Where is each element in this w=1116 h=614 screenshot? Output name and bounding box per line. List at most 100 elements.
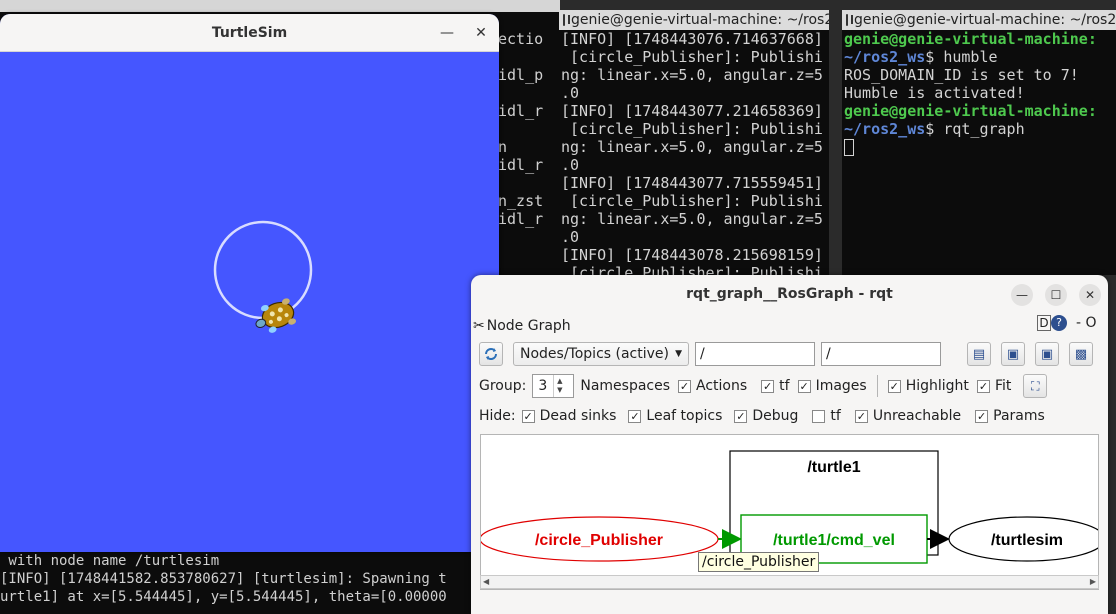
log-line: [INFO] [1748443077.715559451] bbox=[561, 174, 823, 192]
turtlesim-titlebar[interactable]: TurtleSim — ✕ bbox=[0, 14, 499, 52]
tools-icon: ✂ bbox=[473, 318, 485, 334]
fit-label: Fit bbox=[994, 378, 1012, 394]
hide-tf-checkbox[interactable] bbox=[812, 409, 826, 423]
save-svg-button[interactable]: ▣ bbox=[1035, 342, 1059, 366]
images-label: Images bbox=[815, 378, 867, 394]
scroll-left-icon[interactable]: ◀ bbox=[483, 576, 489, 588]
turtlesim-drawing bbox=[213, 220, 313, 333]
rqt-window[interactable]: rqt_graph__RosGraph - rqt — ☐ ✕ ✂ Node G… bbox=[471, 275, 1108, 614]
terminal-shell[interactable]: genie@genie-virtual-machine: ~/ros2_ws g… bbox=[842, 10, 1116, 275]
close-button[interactable]: ✕ bbox=[1079, 284, 1101, 306]
close-icon[interactable]: ✕ bbox=[471, 23, 491, 43]
view-mode-select[interactable]: Nodes/Topics (active) ▼ bbox=[513, 342, 689, 366]
terminal-icon bbox=[563, 14, 570, 26]
prompt-symbol: $ bbox=[925, 48, 935, 66]
open-file-icon: ▤ bbox=[972, 346, 986, 362]
prompt-user: genie@genie-virtual-machine: bbox=[844, 30, 1097, 48]
group-value: 3 bbox=[538, 378, 548, 394]
output-fragment: idl_r bbox=[498, 156, 544, 174]
output-fragment bbox=[498, 84, 548, 102]
topic-cmd-vel-label: /turtle1/cmd_vel bbox=[773, 532, 895, 549]
images-checkbox[interactable]: ✓ bbox=[797, 379, 811, 393]
terminal-publisher[interactable]: genie@genie-virtual-machine: ~/ros2_ws [… bbox=[559, 10, 829, 275]
terminal-publisher-titlebar[interactable]: genie@genie-virtual-machine: ~/ros2_ws bbox=[559, 10, 829, 30]
log-line: [circle_Publisher]: Publishi bbox=[561, 192, 823, 210]
toolbar-separator bbox=[876, 375, 878, 397]
log-line: .0 bbox=[561, 228, 580, 246]
save-image-button[interactable]: ▩ bbox=[1069, 342, 1093, 366]
output-line: Humble is activated! bbox=[844, 84, 1025, 102]
refresh-icon bbox=[485, 348, 497, 360]
minimize-button[interactable]: — bbox=[1011, 284, 1033, 306]
turtlesim-window[interactable]: TurtleSim — ✕ bbox=[0, 14, 499, 552]
namespace-label: /turtle1 bbox=[807, 459, 860, 476]
output-fragment: ectio bbox=[498, 30, 544, 48]
hide-label: Hide: bbox=[479, 408, 516, 424]
params-checkbox[interactable]: ✓ bbox=[975, 409, 989, 423]
output-fragment bbox=[498, 48, 548, 66]
command-line: rqt_graph bbox=[943, 120, 1025, 138]
minimize-icon[interactable]: — bbox=[437, 23, 457, 43]
node-filter-input[interactable] bbox=[695, 342, 815, 366]
command-line: humble bbox=[943, 48, 998, 66]
log-line: ng: linear.x=5.0, angular.z=5 bbox=[561, 66, 823, 84]
node-tooltip: /circle_Publisher bbox=[698, 552, 820, 572]
tf-label: tf bbox=[779, 378, 790, 394]
scroll-right-icon[interactable]: ▶ bbox=[1090, 576, 1096, 588]
image-icon: ▩ bbox=[1074, 346, 1088, 362]
background-terminal-titlebar bbox=[0, 0, 560, 12]
dead-sinks-label: Dead sinks bbox=[539, 408, 617, 424]
log-line: ng: linear.x=5.0, angular.z=5 bbox=[561, 210, 823, 228]
actions-label: Actions bbox=[696, 378, 748, 394]
dead-sinks-checkbox[interactable]: ✓ bbox=[521, 409, 535, 423]
terminal-shell-title: genie@genie-virtual-machine: ~/ros2_ws bbox=[854, 12, 1116, 28]
help-icon[interactable]: ? bbox=[1051, 315, 1067, 331]
log-line: [circle_Publisher]: Publishi bbox=[561, 48, 823, 66]
log-line: with node name /turtlesim bbox=[0, 553, 220, 569]
background-terminal-bottom: with node name /turtlesim [INFO] [1748441… bbox=[0, 552, 472, 614]
refresh-button[interactable] bbox=[479, 342, 503, 366]
turtlesim-canvas bbox=[0, 52, 499, 552]
view-mode-value: Nodes/Topics (active) bbox=[520, 346, 669, 362]
spin-arrows-icon[interactable]: ▲ ▼ bbox=[553, 375, 565, 397]
namespaces-checkbox[interactable]: ✓ bbox=[678, 379, 692, 393]
unreachable-label: Unreachable bbox=[872, 408, 962, 424]
fit-checkbox[interactable]: ✓ bbox=[976, 379, 990, 393]
leaf-topics-label: Leaf topics bbox=[646, 408, 723, 424]
log-line: [INFO] [1748443076.714637668] bbox=[561, 30, 823, 48]
dock-close-button[interactable]: - O bbox=[1076, 315, 1097, 331]
group-spinbox[interactable]: 3 ▲ ▼ bbox=[532, 374, 575, 398]
terminal-shell-output: genie@genie-virtual-machine: ~/ros2_ws$ … bbox=[842, 30, 1116, 156]
fit-in-view-button[interactable]: ⛶ bbox=[1023, 374, 1048, 398]
horizontal-scrollbar[interactable]: ◀ ▶ bbox=[480, 575, 1099, 589]
output-fragment: n_zst bbox=[498, 192, 544, 210]
highlight-checkbox[interactable]: ✓ bbox=[887, 379, 901, 393]
terminal-shell-titlebar[interactable]: genie@genie-virtual-machine: ~/ros2_ws bbox=[842, 10, 1116, 30]
prompt-user: genie@genie-virtual-machine: bbox=[844, 102, 1097, 120]
tf-checkbox[interactable]: ✓ bbox=[761, 379, 775, 393]
topic-filter-input[interactable] bbox=[821, 342, 941, 366]
maximize-button[interactable]: ☐ bbox=[1045, 284, 1067, 306]
node-circle-publisher-label: /circle_Publisher bbox=[535, 532, 663, 549]
debug-label: Debug bbox=[752, 408, 799, 424]
chevron-down-icon: ▼ bbox=[675, 349, 682, 359]
output-fragment: idl_r bbox=[498, 102, 544, 120]
dock-help-button[interactable]: D bbox=[1037, 315, 1051, 331]
toolbar-row-hide: Hide: ✓ Dead sinks ✓ Leaf topics ✓ Debug… bbox=[479, 408, 1045, 424]
output-fragment: idl_r bbox=[498, 210, 544, 228]
output-fragment: idl_p bbox=[498, 66, 544, 84]
debug-checkbox[interactable]: ✓ bbox=[734, 409, 748, 423]
load-dot-button[interactable]: ▤ bbox=[967, 342, 991, 366]
output-line: ROS_DOMAIN_ID is set to 7! bbox=[844, 66, 1079, 84]
params-label: Params bbox=[993, 408, 1045, 424]
leaf-topics-checkbox[interactable]: ✓ bbox=[628, 409, 642, 423]
log-line: .0 bbox=[561, 84, 580, 102]
save-dot-button[interactable]: ▣ bbox=[1001, 342, 1025, 366]
log-line: [INFO] [1748443078.215698159] bbox=[561, 246, 823, 264]
log-line: .0 bbox=[561, 156, 580, 174]
rqt-titlebar[interactable]: rqt_graph__RosGraph - rqt — ☐ ✕ bbox=[471, 275, 1108, 313]
log-line: [circle_Publisher]: Publishi bbox=[561, 264, 823, 275]
terminal-publisher-output: [INFO] [1748443076.714637668] [circle_Pu… bbox=[559, 30, 829, 275]
log-line: [circle_Publisher]: Publishi bbox=[561, 120, 823, 138]
unreachable-checkbox[interactable]: ✓ bbox=[854, 409, 868, 423]
